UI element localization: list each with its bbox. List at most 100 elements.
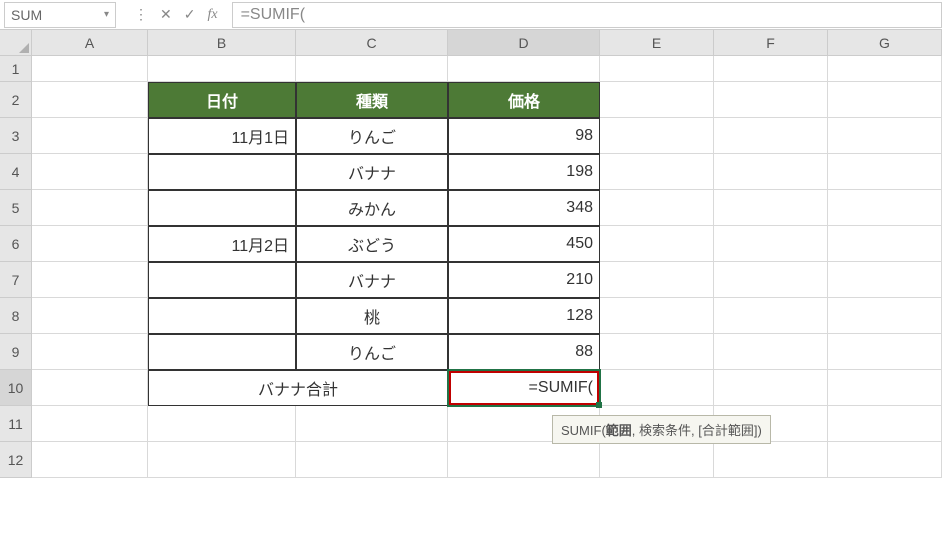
row-header-1[interactable]: 1 — [0, 56, 32, 82]
cell[interactable] — [714, 262, 828, 298]
kind-cell[interactable]: りんご — [296, 334, 448, 370]
cancel-icon[interactable]: ✕ — [160, 6, 172, 23]
date-cell[interactable] — [148, 262, 296, 298]
name-box[interactable]: SUM ▾ — [4, 2, 116, 28]
cell[interactable] — [32, 118, 148, 154]
active-formula-cell[interactable]: =SUMIF( — [448, 370, 600, 406]
spreadsheet-grid[interactable]: A B C D E F G 1 2 日付 種類 価格 — [0, 30, 942, 478]
kind-cell[interactable]: バナナ — [296, 262, 448, 298]
col-header-f[interactable]: F — [714, 30, 828, 56]
price-cell[interactable]: 198 — [448, 154, 600, 190]
cell[interactable] — [828, 370, 942, 406]
cell[interactable] — [828, 334, 942, 370]
cell[interactable] — [828, 226, 942, 262]
cell[interactable] — [448, 56, 600, 82]
cell[interactable] — [600, 298, 714, 334]
cell[interactable] — [32, 442, 148, 478]
date-cell[interactable] — [148, 154, 296, 190]
cell[interactable] — [714, 442, 828, 478]
col-header-c[interactable]: C — [296, 30, 448, 56]
kind-cell[interactable]: 桃 — [296, 298, 448, 334]
col-header-e[interactable]: E — [600, 30, 714, 56]
col-header-g[interactable]: G — [828, 30, 942, 56]
cell[interactable] — [32, 370, 148, 406]
cell[interactable] — [600, 370, 714, 406]
cell[interactable] — [600, 82, 714, 118]
cell[interactable] — [448, 442, 600, 478]
col-header-a[interactable]: A — [32, 30, 148, 56]
kind-cell[interactable]: みかん — [296, 190, 448, 226]
cell[interactable] — [828, 262, 942, 298]
cell[interactable] — [600, 118, 714, 154]
cell[interactable] — [828, 56, 942, 82]
cell[interactable] — [828, 190, 942, 226]
cell[interactable] — [32, 298, 148, 334]
dropdown-icon[interactable]: ▾ — [104, 9, 109, 20]
date-cell[interactable] — [148, 334, 296, 370]
date-cell[interactable] — [148, 190, 296, 226]
table-header-kind[interactable]: 種類 — [296, 82, 448, 118]
cell[interactable] — [296, 442, 448, 478]
price-cell[interactable]: 210 — [448, 262, 600, 298]
table-header-price[interactable]: 価格 — [448, 82, 600, 118]
total-label-cell[interactable]: バナナ合計 — [148, 370, 448, 406]
menu-dots-icon[interactable]: ⋮ — [134, 6, 148, 23]
row-header-11[interactable]: 11 — [0, 406, 32, 442]
cell[interactable] — [714, 334, 828, 370]
cell[interactable] — [828, 406, 942, 442]
cell[interactable] — [148, 56, 296, 82]
cell[interactable] — [714, 226, 828, 262]
cell[interactable] — [714, 82, 828, 118]
cell[interactable] — [714, 118, 828, 154]
row-header-6[interactable]: 6 — [0, 226, 32, 262]
cell[interactable] — [600, 190, 714, 226]
cell[interactable] — [828, 298, 942, 334]
cell[interactable] — [828, 442, 942, 478]
cell[interactable] — [600, 56, 714, 82]
cell[interactable] — [828, 118, 942, 154]
cell[interactable] — [296, 56, 448, 82]
cell[interactable] — [714, 190, 828, 226]
cell[interactable] — [600, 226, 714, 262]
price-cell[interactable]: 98 — [448, 118, 600, 154]
row-header-8[interactable]: 8 — [0, 298, 32, 334]
cell[interactable] — [714, 154, 828, 190]
date-cell[interactable]: 11月2日 — [148, 226, 296, 262]
date-cell[interactable]: 11月1日 — [148, 118, 296, 154]
price-cell[interactable]: 348 — [448, 190, 600, 226]
cell[interactable] — [714, 56, 828, 82]
row-header-5[interactable]: 5 — [0, 190, 32, 226]
cell[interactable] — [714, 298, 828, 334]
price-cell[interactable]: 88 — [448, 334, 600, 370]
cell[interactable] — [828, 154, 942, 190]
cell[interactable] — [32, 226, 148, 262]
cell[interactable] — [32, 334, 148, 370]
row-header-7[interactable]: 7 — [0, 262, 32, 298]
cell[interactable] — [600, 334, 714, 370]
row-header-12[interactable]: 12 — [0, 442, 32, 478]
row-header-3[interactable]: 3 — [0, 118, 32, 154]
row-header-9[interactable]: 9 — [0, 334, 32, 370]
cell[interactable] — [32, 56, 148, 82]
kind-cell[interactable]: りんご — [296, 118, 448, 154]
cell[interactable] — [32, 190, 148, 226]
enter-icon[interactable]: ✓ — [184, 6, 196, 23]
price-cell[interactable]: 450 — [448, 226, 600, 262]
table-header-date[interactable]: 日付 — [148, 82, 296, 118]
formula-input[interactable]: =SUMIF( — [232, 2, 942, 28]
row-header-2[interactable]: 2 — [0, 82, 32, 118]
cell[interactable] — [32, 82, 148, 118]
cell[interactable] — [148, 406, 296, 442]
cell[interactable] — [148, 442, 296, 478]
fx-icon[interactable]: fx — [207, 7, 217, 23]
cell[interactable] — [600, 262, 714, 298]
row-header-10[interactable]: 10 — [0, 370, 32, 406]
cell[interactable] — [32, 154, 148, 190]
col-header-d[interactable]: D — [448, 30, 600, 56]
kind-cell[interactable]: ぶどう — [296, 226, 448, 262]
cell[interactable] — [828, 82, 942, 118]
row-header-4[interactable]: 4 — [0, 154, 32, 190]
col-header-b[interactable]: B — [148, 30, 296, 56]
cell[interactable] — [32, 262, 148, 298]
cell[interactable] — [600, 442, 714, 478]
